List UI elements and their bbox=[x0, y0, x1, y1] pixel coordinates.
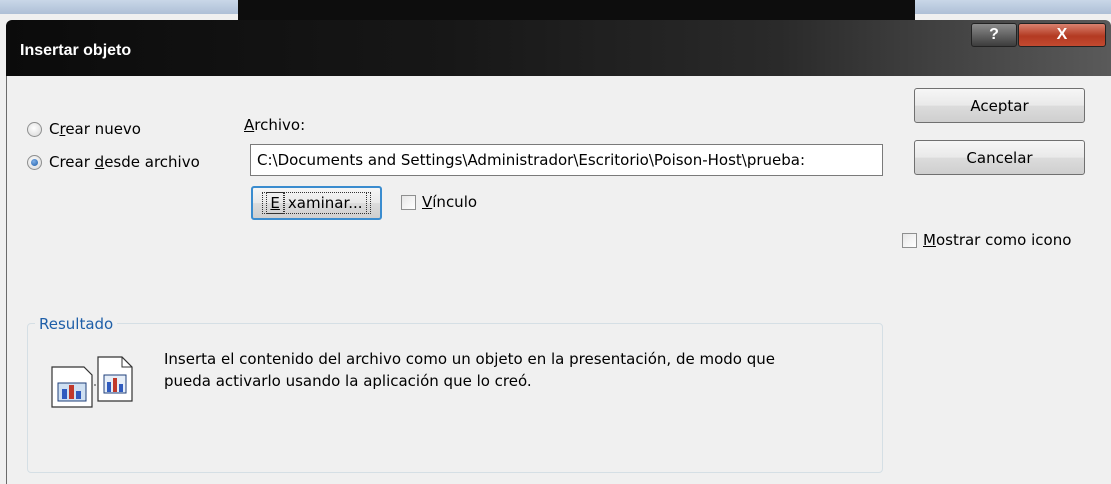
radio-crear-desde-archivo[interactable]: Crear desde archivo bbox=[27, 153, 200, 171]
embedded-object-icon bbox=[50, 355, 134, 415]
resultado-line-2: pueda activarlo usando la aplicación que… bbox=[164, 372, 532, 390]
vinculo-checkbox[interactable]: Vínculo bbox=[401, 193, 477, 211]
radio-crear-desde-archivo-label: Crear desde archivo bbox=[49, 153, 200, 171]
radio-button-icon bbox=[27, 121, 42, 137]
resultado-legend: Resultado bbox=[35, 315, 118, 333]
checkbox-icon bbox=[902, 232, 917, 248]
examinar-button-label: Examinar... bbox=[262, 192, 371, 214]
dialog-title: Insertar objeto bbox=[20, 42, 132, 59]
close-icon: X bbox=[1056, 26, 1068, 43]
cancelar-button[interactable]: Cancelar bbox=[914, 140, 1085, 175]
archivo-label: Archivo: bbox=[244, 116, 306, 134]
mostrar-como-icono-label: Mostrar como icono bbox=[923, 231, 1072, 249]
help-button[interactable]: ? bbox=[971, 23, 1017, 47]
close-button[interactable]: X bbox=[1018, 23, 1106, 47]
resultado-description: Inserta el contenido del archivo como un… bbox=[164, 348, 864, 392]
resultado-group bbox=[27, 323, 883, 473]
radio-crear-nuevo[interactable]: Crear nuevo bbox=[27, 120, 141, 138]
examinar-button[interactable]: Examinar... bbox=[251, 186, 382, 220]
checkbox-icon bbox=[401, 194, 416, 210]
resultado-line-1: Inserta el contenido del archivo como un… bbox=[164, 350, 775, 368]
mostrar-como-icono-checkbox[interactable]: Mostrar como icono bbox=[902, 231, 1071, 249]
dialog-title-bar[interactable]: Insertar objeto ? X bbox=[6, 20, 1111, 76]
radio-button-selected-icon bbox=[27, 154, 42, 170]
help-icon: ? bbox=[989, 26, 999, 43]
archivo-path-input[interactable] bbox=[250, 144, 883, 176]
aceptar-button[interactable]: Aceptar bbox=[914, 88, 1085, 123]
radio-crear-nuevo-label: Crear nuevo bbox=[49, 120, 141, 138]
vinculo-label: Vínculo bbox=[422, 193, 478, 211]
